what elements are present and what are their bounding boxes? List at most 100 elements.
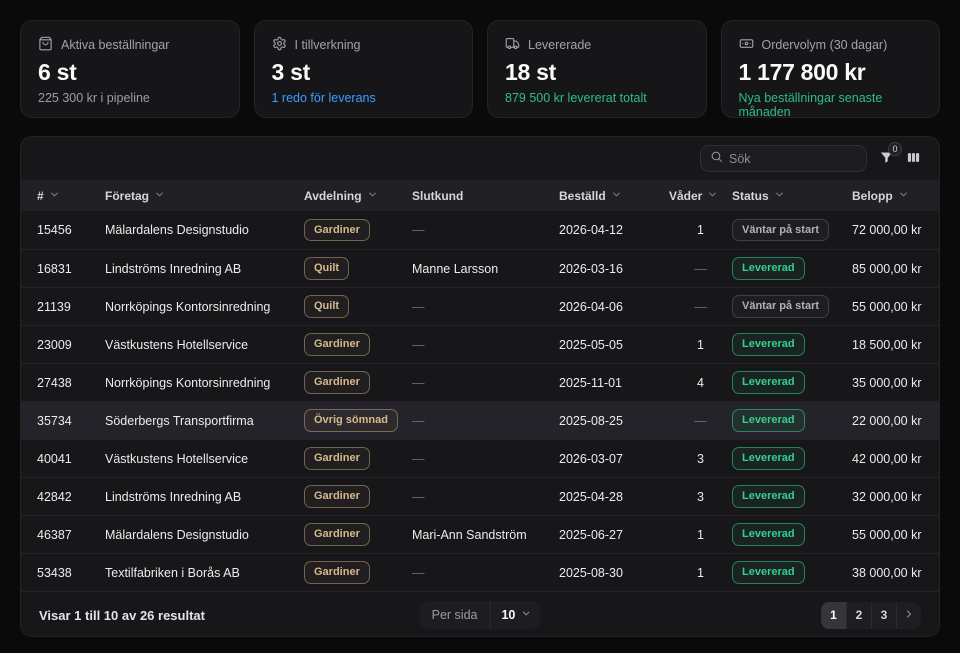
page-button-1[interactable]: 1: [821, 602, 846, 629]
amount: 85 000,00 kr: [852, 262, 939, 276]
amount: 42 000,00 kr: [852, 452, 939, 466]
chevron-down-icon: [154, 189, 165, 203]
stat-cards: Aktiva beställningar 6 st 225 300 kr i p…: [0, 0, 960, 118]
banknote-icon: [739, 36, 754, 54]
table-row[interactable]: 23009 Västkustens Hotellservice Gardiner…: [21, 325, 939, 363]
orders-table-panel: 0 # Företag Avdelning Slutkund: [20, 136, 940, 637]
end-customer: —: [412, 566, 559, 580]
end-customer: Mari-Ann Sandström: [412, 528, 559, 542]
shopping-bag-icon: [38, 36, 53, 54]
stat-card-delivered: Levererade 18 st 879 500 kr levererat to…: [487, 20, 707, 118]
panels-count: 3: [669, 490, 732, 504]
columns-button[interactable]: [906, 150, 921, 168]
company-name: Lindströms Inredning AB: [105, 262, 304, 276]
column-header-amount[interactable]: Belopp: [852, 189, 939, 203]
order-number: 46387: [37, 528, 105, 542]
stat-card-subtext: 1 redo för leverans: [272, 91, 456, 105]
pagination: 1 2 3: [821, 602, 921, 629]
end-customer: —: [412, 223, 559, 237]
columns-icon: [906, 150, 921, 168]
end-customer: Manne Larsson: [412, 262, 559, 276]
status-badge: Levererad: [732, 485, 805, 507]
order-number: 16831: [37, 262, 105, 276]
page-button-2[interactable]: 2: [846, 602, 871, 629]
table-row[interactable]: 27438 Norrköpings Kontorsinredning Gardi…: [21, 363, 939, 401]
department-badge: Gardiner: [304, 447, 370, 469]
panels-count: 1: [669, 338, 732, 352]
company-name: Textilfabriken i Borås AB: [105, 566, 304, 580]
panels-count: —: [669, 414, 732, 428]
column-header-department[interactable]: Avdelning: [304, 189, 412, 203]
order-number: 27438: [37, 376, 105, 390]
table-row[interactable]: 16831 Lindströms Inredning AB Quilt Mann…: [21, 249, 939, 287]
end-customer: —: [412, 452, 559, 466]
search-input[interactable]: [729, 152, 857, 166]
department-badge: Gardiner: [304, 485, 370, 507]
status-badge: Levererad: [732, 523, 805, 545]
search-box[interactable]: [700, 145, 867, 172]
chevron-down-icon: [898, 189, 909, 203]
ordered-date: 2026-04-12: [559, 223, 669, 237]
amount: 55 000,00 kr: [852, 528, 939, 542]
column-header-panels[interactable]: Våder: [669, 189, 732, 203]
stat-card-active-orders: Aktiva beställningar 6 st 225 300 kr i p…: [20, 20, 240, 118]
end-customer: —: [412, 338, 559, 352]
stat-card-subtext: 225 300 kr i pipeline: [38, 91, 222, 105]
amount: 38 000,00 kr: [852, 566, 939, 580]
stat-card-label: Aktiva beställningar: [61, 38, 169, 52]
department-badge: Gardiner: [304, 371, 370, 393]
status-badge: Levererad: [732, 447, 805, 469]
chevron-down-icon: [520, 608, 531, 622]
table-row[interactable]: 35734 Söderbergs Transportfirma Övrig sö…: [21, 401, 939, 439]
stat-card-in-production: I tillverkning 3 st 1 redo för leverans: [254, 20, 474, 118]
column-header-id[interactable]: #: [37, 189, 105, 203]
filter-count-badge: 0: [888, 142, 902, 156]
end-customer: —: [412, 300, 559, 314]
amount: 55 000,00 kr: [852, 300, 939, 314]
company-name: Mälardalens Designstudio: [105, 223, 304, 237]
stat-card-value: 6 st: [38, 59, 222, 86]
per-page-value: 10: [501, 608, 515, 622]
department-badge: Gardiner: [304, 561, 370, 583]
end-customer: —: [412, 490, 559, 504]
stat-card-label: I tillverkning: [295, 38, 361, 52]
amount: 72 000,00 kr: [852, 223, 939, 237]
table-toolbar: 0: [21, 137, 939, 180]
per-page-select[interactable]: Per sida 10: [420, 601, 541, 629]
column-header-ordered[interactable]: Beställd: [559, 189, 669, 203]
ordered-date: 2025-11-01: [559, 376, 669, 390]
company-name: Västkustens Hotellservice: [105, 338, 304, 352]
status-badge: Levererad: [732, 333, 805, 355]
table-row[interactable]: 53438 Textilfabriken i Borås AB Gardiner…: [21, 553, 939, 591]
department-badge: Quilt: [304, 257, 349, 279]
department-badge: Quilt: [304, 295, 349, 317]
table-row[interactable]: 21139 Norrköpings Kontorsinredning Quilt…: [21, 287, 939, 325]
table-footer: Visar 1 till 10 av 26 resultat Per sida …: [21, 591, 939, 637]
table-row[interactable]: 15456 Mälardalens Designstudio Gardiner …: [21, 211, 939, 249]
table-row[interactable]: 40041 Västkustens Hotellservice Gardiner…: [21, 439, 939, 477]
amount: 18 500,00 kr: [852, 338, 939, 352]
table-header-row: # Företag Avdelning Slutkund Beställd Vå…: [21, 180, 939, 211]
amount: 22 000,00 kr: [852, 414, 939, 428]
column-header-company[interactable]: Företag: [105, 189, 304, 203]
stat-card-subtext: 879 500 kr levererat totalt: [505, 91, 689, 105]
table-row[interactable]: 46387 Mälardalens Designstudio Gardiner …: [21, 515, 939, 553]
table-row[interactable]: 42842 Lindströms Inredning AB Gardiner —…: [21, 477, 939, 515]
ordered-date: 2025-05-05: [559, 338, 669, 352]
column-header-status[interactable]: Status: [732, 189, 852, 203]
page-button-3[interactable]: 3: [871, 602, 896, 629]
panels-count: 4: [669, 376, 732, 390]
company-name: Norrköpings Kontorsinredning: [105, 376, 304, 390]
stat-card-subtext: Nya beställningar senaste månaden: [739, 91, 923, 119]
filter-button[interactable]: 0: [879, 150, 894, 168]
status-badge: Väntar på start: [732, 219, 829, 241]
ordered-date: 2025-06-27: [559, 528, 669, 542]
end-customer: —: [412, 414, 559, 428]
panels-count: —: [669, 262, 732, 276]
chevron-down-icon: [774, 189, 785, 203]
next-page-button[interactable]: [896, 602, 921, 629]
stat-card-label: Levererade: [528, 38, 591, 52]
gear-icon: [272, 36, 287, 54]
company-name: Lindströms Inredning AB: [105, 490, 304, 504]
company-name: Västkustens Hotellservice: [105, 452, 304, 466]
